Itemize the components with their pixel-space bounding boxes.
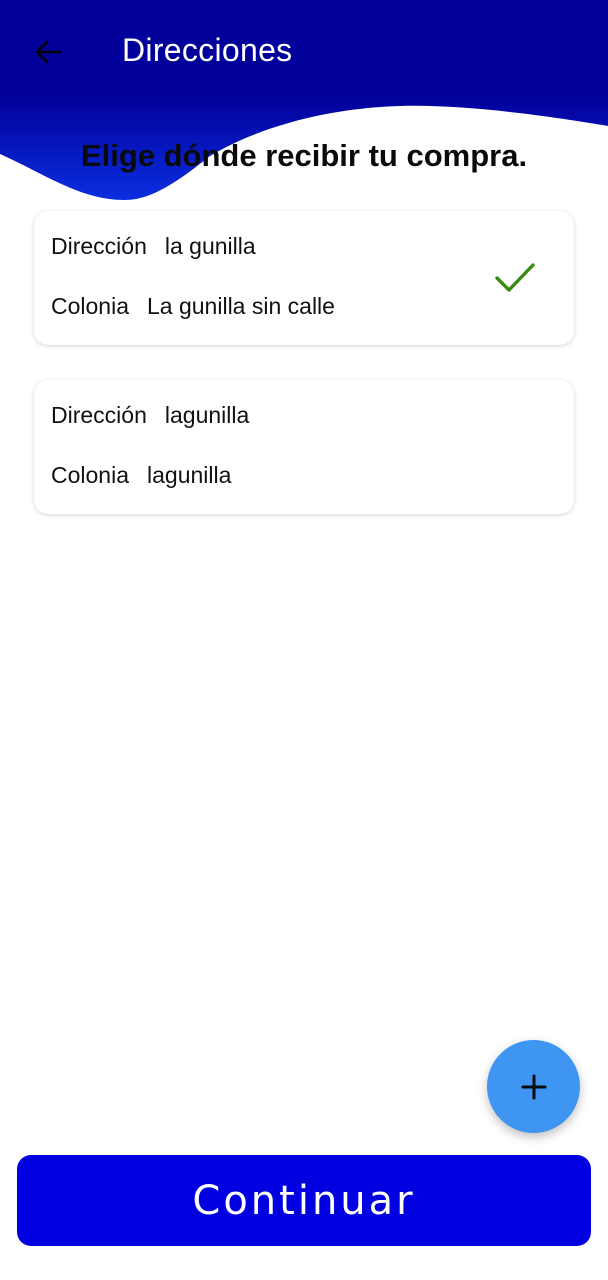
select-address-heading: Elige dónde recibir tu compra. (80, 138, 528, 173)
colonia-row: Colonia lagunilla (51, 462, 231, 489)
continue-button[interactable]: Continuar (17, 1155, 591, 1246)
address-card[interactable]: Dirección la gunilla Colonia La gunilla si… (34, 211, 574, 345)
direccion-label: Dirección (51, 233, 147, 259)
page-title: Direcciones (122, 32, 293, 68)
direccion-label: Dirección (51, 402, 147, 428)
back-button[interactable] (26, 30, 70, 74)
colonia-value: La gunilla sin calle (147, 293, 335, 319)
colonia-label: Colonia (51, 293, 129, 319)
direccion-value: lagunilla (164, 402, 250, 428)
app-bar: Direcciones (0, 0, 608, 100)
check-icon (495, 263, 535, 292)
colonia-row: Colonia La gunilla sin calle (51, 293, 335, 320)
colonia-label: Colonia (51, 462, 129, 488)
colonia-value: lagunilla (147, 462, 232, 488)
plus-icon (521, 1074, 546, 1099)
direccion-value: la gunilla (164, 233, 256, 259)
arrow-left-icon (35, 40, 62, 64)
address-row: Dirección lagunilla (51, 402, 249, 429)
address-row: Dirección la gunilla (51, 233, 256, 260)
add-address-button[interactable] (487, 1040, 580, 1133)
address-card[interactable]: Dirección lagunilla Colonia lagunilla (34, 380, 574, 514)
